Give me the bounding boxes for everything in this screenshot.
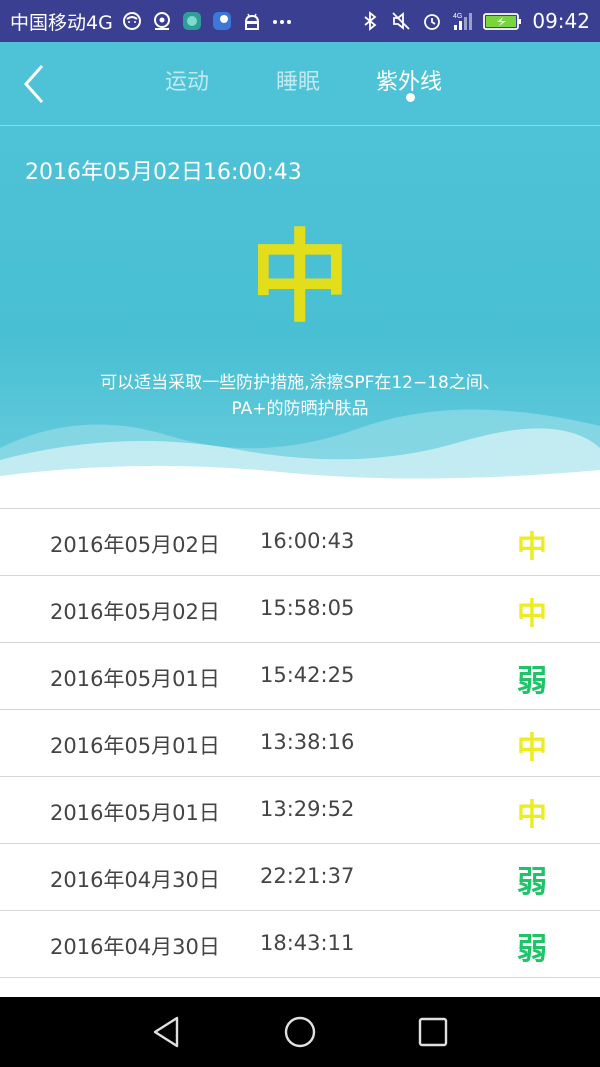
svg-text:4G: 4G — [453, 13, 462, 20]
android-icon — [244, 13, 259, 30]
notification-face-icon — [122, 12, 141, 30]
bluetooth-icon — [364, 11, 377, 31]
history-row[interactable]: 2016年05月01日 13:29:52 中 — [0, 777, 600, 844]
history-uv-level: 弱 — [517, 865, 547, 900]
history-time: 18:43:11 — [260, 931, 355, 955]
active-tab-indicator — [406, 93, 415, 102]
history-uv-level: 中 — [517, 597, 547, 632]
back-icon[interactable] — [18, 62, 52, 106]
current-datetime: 2016年05月02日16:00:43 — [25, 160, 302, 185]
history-time: 16:00:43 — [260, 529, 355, 553]
mute-icon — [392, 12, 410, 30]
history-uv-level: 中 — [517, 530, 547, 565]
header: 运动 睡眠 紫外线 — [0, 42, 600, 126]
history-row[interactable]: 2016年05月02日 15:58:05 中 — [0, 576, 600, 643]
system-nav-bar — [0, 997, 600, 1067]
history-date: 2016年05月01日 — [50, 667, 220, 691]
history-row[interactable]: 2016年05月02日 16:00:43 中 — [0, 509, 600, 576]
status-clock: 09:42 — [532, 9, 590, 33]
current-uv-level: 中 — [250, 219, 350, 336]
nav-home-icon[interactable] — [282, 1014, 318, 1050]
tab-sport[interactable]: 运动 — [165, 64, 209, 96]
nav-recent-icon[interactable] — [415, 1014, 451, 1050]
notification-gamepad-icon — [153, 12, 170, 30]
history-uv-level: 中 — [517, 798, 547, 833]
carrier-label: 中国移动4G — [10, 11, 113, 34]
history-time: 13:29:52 — [260, 797, 355, 821]
uv-summary-panel: 2016年05月02日16:00:43 中 可以适当采取一些防护措施,涂擦SPF… — [0, 126, 600, 508]
history-time: 15:42:25 — [260, 663, 355, 687]
history-time: 22:21:37 — [260, 864, 355, 888]
history-date: 2016年04月30日 — [50, 935, 220, 959]
history-time: 15:58:05 — [260, 596, 355, 620]
nav-back-icon[interactable] — [149, 1014, 185, 1050]
status-bar: 中国移动4G 4G 09:42 — [0, 0, 600, 42]
history-row[interactable]: 2016年04月30日 18:43:11 弱 — [0, 911, 600, 978]
more-notifications-icon — [272, 20, 291, 24]
history-uv-level: 弱 — [517, 932, 547, 967]
history-uv-level: 弱 — [517, 664, 547, 699]
notification-app-icon — [182, 12, 201, 30]
battery-charging-icon — [483, 13, 522, 30]
history-time: 13:38:16 — [260, 730, 355, 754]
history-row[interactable]: 2016年05月01日 15:42:25 弱 — [0, 643, 600, 710]
uv-history-list[interactable]: 2016年05月02日 16:00:43 中 2016年05月02日 15:58:05 中… — [0, 508, 600, 998]
signal-4g-icon: 4G — [453, 13, 473, 30]
tab-sleep[interactable]: 睡眠 — [276, 64, 320, 96]
decorative-waves — [0, 409, 600, 508]
history-date: 2016年05月01日 — [50, 734, 220, 758]
history-uv-level: 中 — [517, 731, 547, 766]
notification-app2-icon — [212, 12, 231, 30]
uv-advice-line-1: 可以适当采取一些防护措施,涂擦SPF在12−18之间、 — [100, 373, 500, 393]
history-row[interactable]: 2016年04月30日 22:21:37 弱 — [0, 844, 600, 911]
history-row[interactable]: 2016年05月01日 13:38:16 中 — [0, 710, 600, 777]
history-date: 2016年05月01日 — [50, 801, 220, 825]
history-date: 2016年04月30日 — [50, 868, 220, 892]
history-date: 2016年05月02日 — [50, 600, 220, 624]
history-date: 2016年05月02日 — [50, 533, 220, 557]
alarm-icon — [424, 14, 441, 30]
tab-uv[interactable]: 紫外线 — [376, 64, 442, 96]
